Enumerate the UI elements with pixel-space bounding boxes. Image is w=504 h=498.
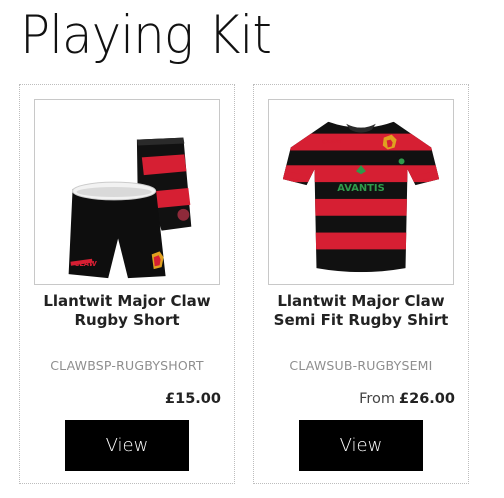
product-card: CLAW AVANTIS Llantwit Major Claw Semi Fi… [253, 84, 469, 484]
rugby-shirt-illustration: CLAW AVANTIS [282, 121, 440, 273]
product-sku: CLAWSUB-RUGBYSEMI [289, 358, 433, 373]
product-name[interactable]: Llantwit Major Claw Semi Fit Rugby Shirt [261, 292, 461, 330]
view-button[interactable]: View [65, 420, 189, 471]
price-amount: £15.00 [165, 391, 221, 407]
sponsor-text: AVANTIS [337, 183, 384, 194]
price-prefix: From [359, 391, 396, 407]
product-image-rugby-short[interactable]: CLAW [34, 99, 220, 285]
product-card: CLAW Llantwit Major Claw Rugby Short CLA… [19, 84, 235, 484]
product-image-rugby-shirt[interactable]: CLAW AVANTIS [268, 99, 454, 285]
price-amount: £26.00 [399, 391, 455, 407]
product-name[interactable]: Llantwit Major Claw Rugby Short [27, 292, 227, 330]
rugby-short-illustration: CLAW [68, 137, 192, 279]
view-button[interactable]: View [299, 420, 423, 471]
brand-mark-text: CLAW [322, 139, 341, 146]
product-price: From £26.00 [359, 391, 455, 407]
product-price: £15.00 [161, 391, 221, 407]
page-title: Playing Kit [20, 4, 272, 66]
brand-mark-text: CLAW [75, 260, 97, 268]
product-sku: CLAWBSP-RUGBYSHORT [50, 358, 204, 373]
